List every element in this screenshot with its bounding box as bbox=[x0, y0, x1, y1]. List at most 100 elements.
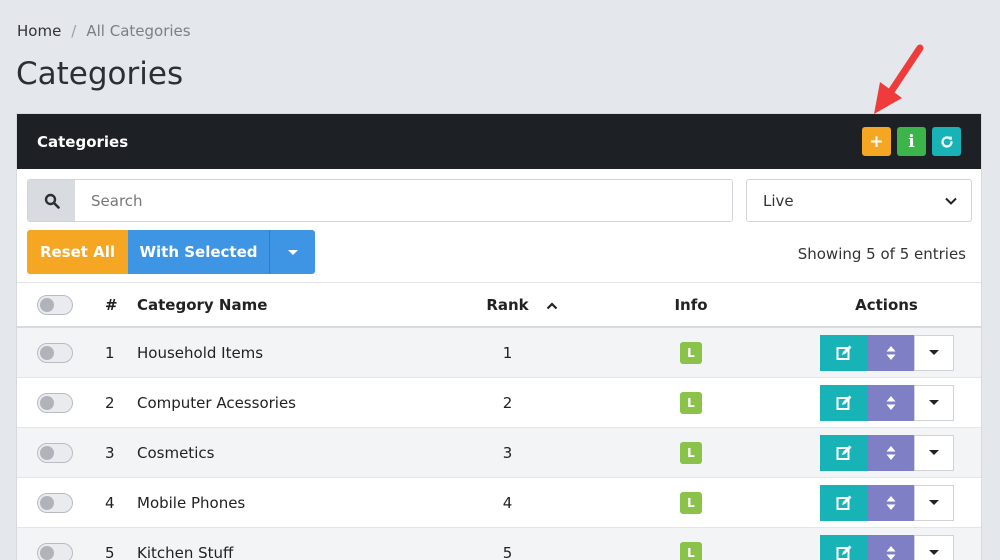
chevron-down-icon bbox=[945, 197, 957, 205]
live-badge: L bbox=[680, 341, 702, 364]
edit-icon bbox=[836, 395, 851, 410]
row-number: 2 bbox=[105, 393, 115, 412]
header-button-group: + i bbox=[862, 127, 961, 156]
with-selected-button[interactable]: With Selected bbox=[128, 230, 269, 274]
row-number: 5 bbox=[105, 543, 115, 560]
edit-button[interactable] bbox=[819, 334, 868, 371]
row-number: 1 bbox=[105, 343, 115, 362]
live-badge: L bbox=[680, 541, 702, 560]
column-header-rank[interactable]: Rank bbox=[469, 296, 546, 314]
categories-table: # Category Name Rank Info Actions 1 Hous… bbox=[17, 282, 981, 560]
category-rank: 2 bbox=[502, 393, 513, 412]
category-rank: 4 bbox=[502, 493, 513, 512]
status-filter-select[interactable]: Live bbox=[746, 179, 972, 222]
row-action-group bbox=[819, 484, 954, 521]
more-actions-dropdown[interactable] bbox=[913, 434, 954, 471]
row-select-cell bbox=[17, 442, 105, 463]
edit-icon bbox=[836, 445, 851, 460]
sort-icon bbox=[886, 545, 895, 560]
actions-cell bbox=[792, 384, 981, 421]
edit-button[interactable] bbox=[819, 534, 868, 560]
with-selected-dropdown-toggle[interactable] bbox=[269, 230, 315, 274]
table-header: # Category Name Rank Info Actions bbox=[17, 282, 981, 328]
category-name: Kitchen Stuff bbox=[137, 543, 234, 560]
info-cell: L bbox=[590, 541, 792, 560]
sort-column-cell bbox=[546, 296, 590, 314]
card-title: Categories bbox=[37, 132, 129, 151]
row-number: 4 bbox=[105, 493, 115, 512]
actions-cell bbox=[792, 434, 981, 471]
row-action-group bbox=[819, 334, 954, 371]
sort-icon bbox=[886, 395, 895, 410]
breadcrumb: Home / All Categories bbox=[17, 22, 191, 40]
pointer-arrow-annotation bbox=[874, 44, 924, 114]
column-header-actions: Actions bbox=[855, 295, 918, 314]
column-header-info: Info bbox=[674, 295, 708, 314]
table-row: 4 Mobile Phones 4 L bbox=[17, 478, 981, 528]
actions-cell bbox=[792, 334, 981, 371]
caret-down-icon bbox=[928, 500, 939, 505]
category-name: Household Items bbox=[137, 343, 264, 362]
row-select-toggle[interactable] bbox=[37, 542, 73, 560]
table-body: 1 Household Items 1 L 2 Computer Acessor… bbox=[17, 328, 981, 560]
sort-ascending-icon[interactable] bbox=[546, 301, 558, 310]
breadcrumb-separator: / bbox=[71, 22, 77, 40]
caret-down-icon bbox=[287, 249, 298, 255]
status-filter-value: Live bbox=[763, 191, 794, 210]
row-select-cell bbox=[17, 342, 105, 363]
row-action-group bbox=[819, 434, 954, 471]
reorder-button[interactable] bbox=[867, 484, 914, 521]
reset-all-button[interactable]: Reset All bbox=[27, 230, 128, 274]
live-badge: L bbox=[680, 391, 702, 414]
category-rank: 3 bbox=[502, 443, 513, 462]
more-actions-dropdown[interactable] bbox=[913, 484, 954, 521]
more-actions-dropdown[interactable] bbox=[913, 534, 954, 560]
more-actions-dropdown[interactable] bbox=[913, 384, 954, 421]
reorder-button[interactable] bbox=[867, 434, 914, 471]
reorder-button[interactable] bbox=[867, 534, 914, 560]
edit-icon bbox=[836, 545, 851, 560]
category-rank: 5 bbox=[502, 543, 513, 560]
add-category-button[interactable]: + bbox=[862, 127, 891, 156]
card-header: Categories + i bbox=[17, 114, 981, 169]
column-header-name[interactable]: Category Name bbox=[137, 296, 469, 314]
breadcrumb-current: All Categories bbox=[86, 22, 191, 40]
caret-down-icon bbox=[928, 550, 939, 555]
reorder-button[interactable] bbox=[867, 334, 914, 371]
row-select-cell bbox=[17, 392, 105, 413]
info-icon: i bbox=[908, 131, 915, 152]
row-select-toggle[interactable] bbox=[37, 342, 73, 363]
table-row: 3 Cosmetics 3 L bbox=[17, 428, 981, 478]
edit-icon bbox=[836, 345, 851, 360]
category-name: Computer Acessories bbox=[137, 393, 296, 412]
page-title: Categories bbox=[16, 56, 184, 92]
row-select-toggle[interactable] bbox=[37, 392, 73, 413]
caret-down-icon bbox=[928, 400, 939, 405]
category-rank: 1 bbox=[502, 343, 513, 362]
more-actions-dropdown[interactable] bbox=[913, 334, 954, 371]
caret-down-icon bbox=[928, 350, 939, 355]
edit-button[interactable] bbox=[819, 484, 868, 521]
info-cell: L bbox=[590, 491, 792, 514]
search-input[interactable] bbox=[75, 180, 732, 221]
row-select-cell bbox=[17, 492, 105, 513]
refresh-icon bbox=[940, 135, 953, 148]
breadcrumb-home-link[interactable]: Home bbox=[17, 22, 61, 40]
sort-icon bbox=[886, 345, 895, 360]
search-icon-button[interactable] bbox=[28, 180, 75, 221]
select-all-toggle[interactable] bbox=[37, 294, 73, 315]
edit-button[interactable] bbox=[819, 384, 868, 421]
edit-icon bbox=[836, 495, 851, 510]
table-row: 1 Household Items 1 L bbox=[17, 328, 981, 378]
row-select-toggle[interactable] bbox=[37, 492, 73, 513]
actions-cell bbox=[792, 534, 981, 560]
info-cell: L bbox=[590, 441, 792, 464]
actions-cell bbox=[792, 484, 981, 521]
entries-count: Showing 5 of 5 entries bbox=[797, 245, 966, 263]
info-button[interactable]: i bbox=[897, 127, 926, 156]
reorder-button[interactable] bbox=[867, 384, 914, 421]
row-select-toggle[interactable] bbox=[37, 442, 73, 463]
refresh-button[interactable] bbox=[932, 127, 961, 156]
plus-icon: + bbox=[869, 131, 884, 152]
edit-button[interactable] bbox=[819, 434, 868, 471]
